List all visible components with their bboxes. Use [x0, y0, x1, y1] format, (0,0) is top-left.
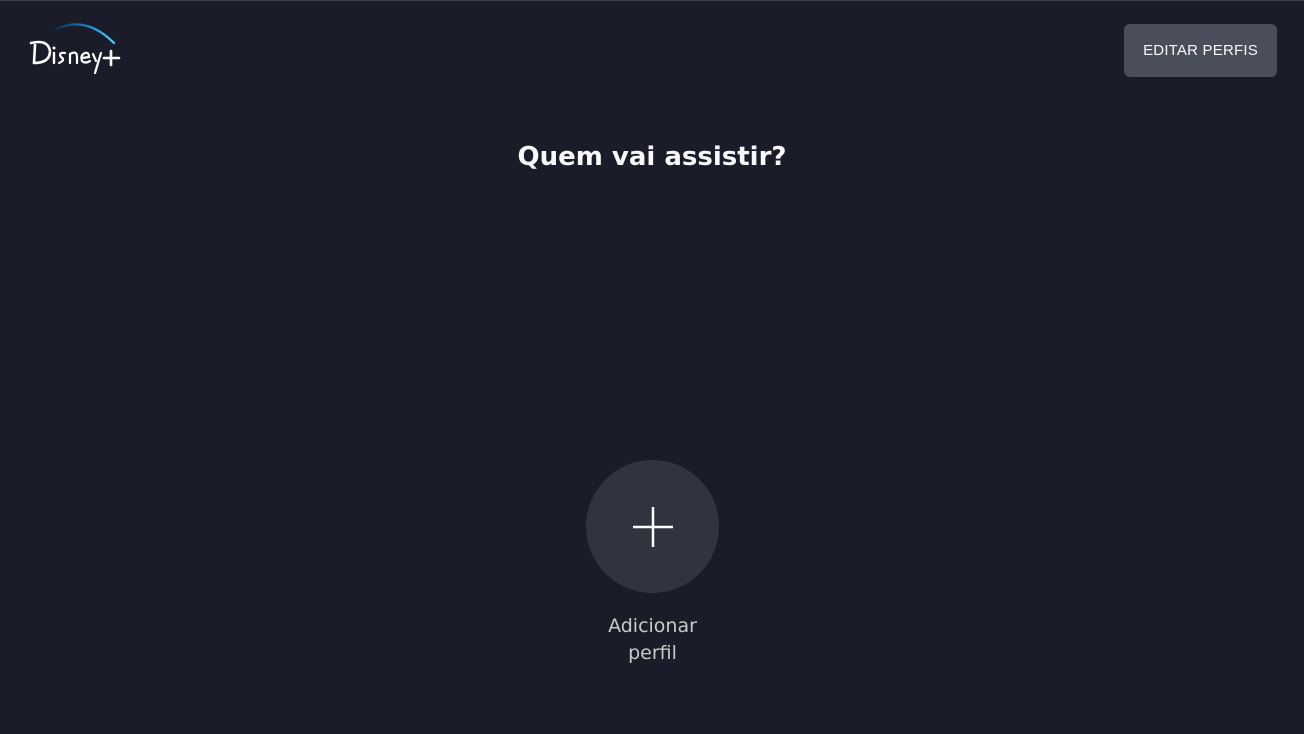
- plus-icon: [632, 506, 673, 547]
- add-profile-label: Adicionar perfil: [608, 615, 697, 664]
- page-title: Quem vai assistir?: [517, 142, 787, 172]
- add-profile-circle[interactable]: [586, 460, 719, 593]
- edit-profiles-button[interactable]: EDITAR PERFIS: [1124, 24, 1277, 77]
- profile-select-page: EDITAR PERFIS Quem vai assistir? Adicion…: [0, 0, 1304, 734]
- add-profile-button[interactable]: Adicionar perfil: [586, 460, 719, 667]
- disney-plus-logo-icon[interactable]: [26, 19, 126, 79]
